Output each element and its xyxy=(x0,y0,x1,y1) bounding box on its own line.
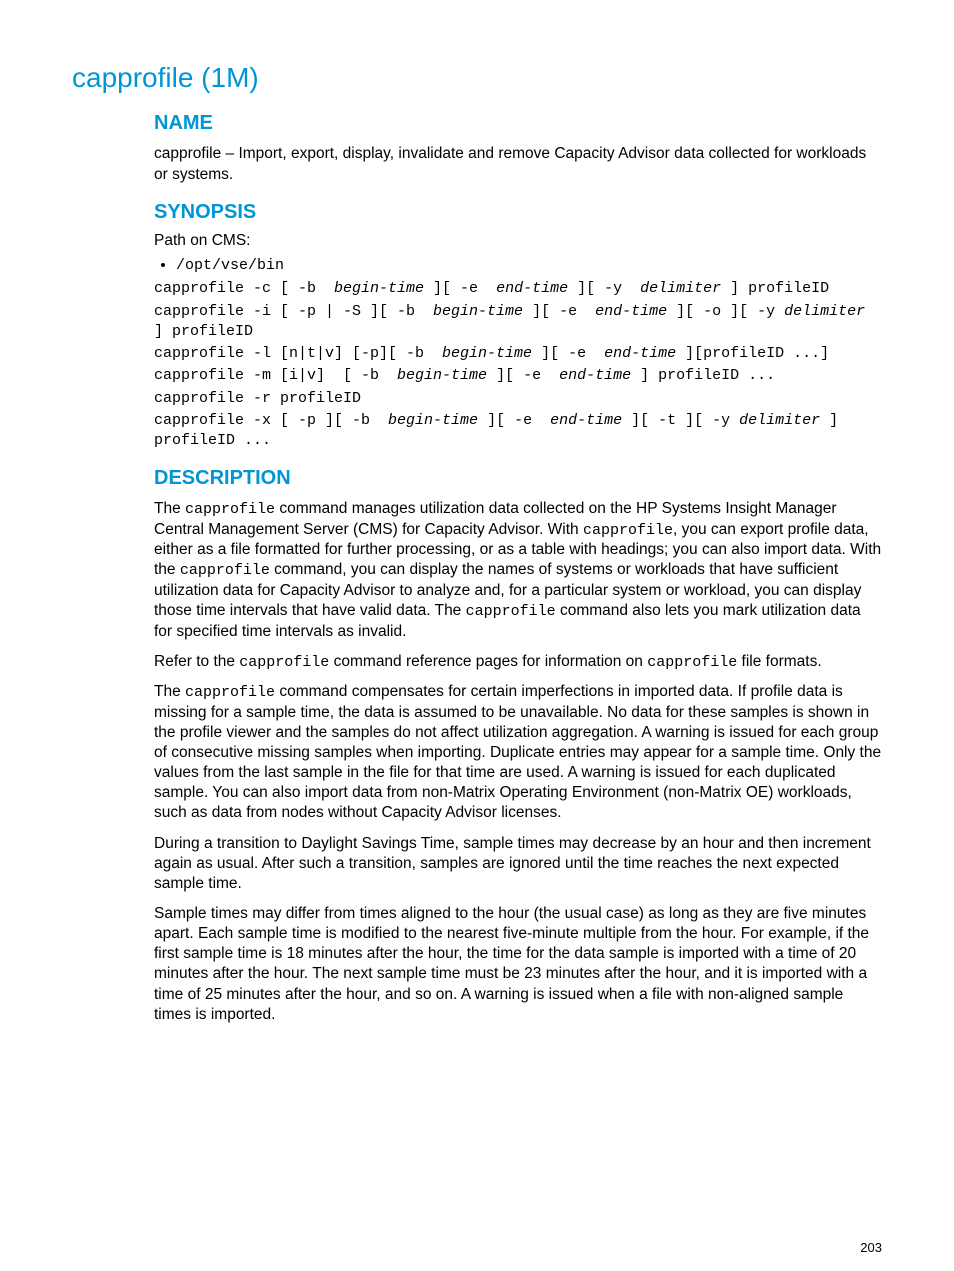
heading-name: NAME xyxy=(154,110,882,136)
description-paragraph-1: The capprofile command manages utilizati… xyxy=(154,499,882,641)
synopsis-line-5: capprofile -r profileID xyxy=(154,389,882,409)
description-paragraph-5: Sample times may differ from times align… xyxy=(154,904,882,1025)
name-paragraph: capprofile – Import, export, display, in… xyxy=(154,144,882,184)
synopsis-path-list: /opt/vse/bin xyxy=(154,255,882,276)
page-title: capprofile (1M) xyxy=(72,60,882,96)
heading-description: DESCRIPTION xyxy=(154,465,882,491)
synopsis-line-6: capprofile -x [ -p ][ -b begin-time ][ -… xyxy=(154,411,882,452)
synopsis-line-4: capprofile -m [i|v] [ -b begin-time ][ -… xyxy=(154,366,882,386)
synopsis-line-2: capprofile -i [ -p | -S ][ -b begin-time… xyxy=(154,302,882,343)
synopsis-path-value: /opt/vse/bin xyxy=(176,257,284,274)
synopsis-line-1: capprofile -c [ -b begin-time ][ -e end-… xyxy=(154,279,882,299)
content-body: NAME capprofile – Import, export, displa… xyxy=(154,110,882,1024)
heading-synopsis: SYNOPSIS xyxy=(154,199,882,225)
description-paragraph-2: Refer to the capprofile command referenc… xyxy=(154,652,882,673)
description-paragraph-4: During a transition to Daylight Savings … xyxy=(154,834,882,894)
synopsis-line-3: capprofile -l [n|t|v] [-p][ -b begin-tim… xyxy=(154,344,882,364)
synopsis-path-label: Path on CMS: xyxy=(154,231,882,251)
description-paragraph-3: The capprofile command compensates for c… xyxy=(154,682,882,823)
page-number: 203 xyxy=(860,1240,882,1257)
